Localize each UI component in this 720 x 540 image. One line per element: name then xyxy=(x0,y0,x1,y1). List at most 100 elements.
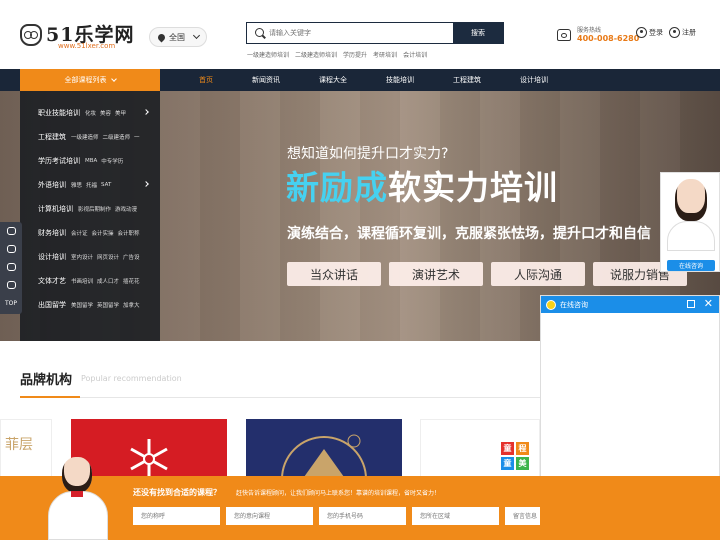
close-icon[interactable]: ✕ xyxy=(704,297,713,310)
category-sub[interactable]: 插花花 xyxy=(123,277,140,285)
phone-input[interactable] xyxy=(319,507,406,525)
category-sub[interactable]: 会计证 xyxy=(71,229,88,237)
divider-accent xyxy=(20,396,80,398)
category-item[interactable]: 计算机培训 影视后期制作 游戏动漫 xyxy=(20,197,160,221)
headset-icon xyxy=(6,227,16,235)
nav-skills[interactable]: 技能培训 xyxy=(386,69,414,91)
maximize-icon[interactable] xyxy=(687,300,695,308)
online-consult-button[interactable]: 在线咨询 xyxy=(667,260,715,271)
brand-card[interactable] xyxy=(246,419,402,479)
side-tool-message[interactable] xyxy=(0,258,22,276)
chat-title: 在线咨询 xyxy=(560,300,588,309)
search-input[interactable] xyxy=(269,23,453,43)
hot-link[interactable]: 会计培训 xyxy=(403,50,427,59)
category-sub[interactable]: 雅思 xyxy=(71,181,82,189)
category-item[interactable]: 职业技能培训 化妆 美容 美甲 xyxy=(20,101,160,125)
category-sub[interactable]: 英国留学 xyxy=(97,301,119,309)
banner-pill[interactable]: 人际沟通 xyxy=(491,262,585,286)
banner-brand: 新励成 xyxy=(286,168,388,207)
consult-widget[interactable]: 在线咨询 xyxy=(660,172,720,272)
message-input[interactable] xyxy=(505,507,540,525)
consultant-avatar xyxy=(675,179,707,221)
side-tool-phone[interactable] xyxy=(0,240,22,258)
main-nav: 全部课程列表 首页 新闻资讯 课程大全 技能培训 工程建筑 设计培训 xyxy=(0,69,720,91)
category-sub[interactable]: 一级建造师 xyxy=(71,133,99,141)
category-sub[interactable]: 影视后期制作 xyxy=(78,205,111,213)
category-item[interactable]: 设计培训 室内设计 网页设计 广告设 xyxy=(20,245,160,269)
region-selector[interactable]: 全国 xyxy=(149,27,207,47)
category-sub[interactable]: 加拿大 xyxy=(123,301,140,309)
chat-header: 在线咨询 ✕ xyxy=(541,296,719,313)
brand-subtitle: Popular recommendation xyxy=(81,374,182,383)
hot-search-links: 一级建造师培训 二级建造师培训 学历提升 考研培训 会计培训 xyxy=(247,50,427,59)
course-input[interactable] xyxy=(226,507,313,525)
register-label: 注册 xyxy=(682,28,696,37)
category-sub[interactable]: 会计实操 xyxy=(92,229,114,237)
hot-link[interactable]: 考研培训 xyxy=(373,50,397,59)
nav-courses[interactable]: 课程大全 xyxy=(319,69,347,91)
site-header: 51乐学网 www.51lxer.com 全国 搜索 一级建造师培训 二级建造师… xyxy=(0,0,720,69)
banner-pill[interactable]: 演讲艺术 xyxy=(389,262,483,286)
category-name: 计算机培训 xyxy=(38,205,73,213)
logo-tile: 童 xyxy=(501,457,514,470)
category-sub[interactable]: 化妆 xyxy=(85,109,96,117)
bottom-bar-subtitle: 赶快告诉课程顾问，让我们顾问马上联系您！靠谱的培训课程，省时又省力！ xyxy=(236,490,441,497)
name-input[interactable] xyxy=(133,507,220,525)
category-sub[interactable]: 室内设计 xyxy=(71,253,93,261)
category-sub[interactable]: 广告设 xyxy=(123,253,140,261)
category-sub[interactable]: MBA xyxy=(85,158,97,164)
divider xyxy=(20,397,545,398)
category-item[interactable]: 出国留学 美国留学 英国留学 加拿大 xyxy=(20,293,160,317)
region-input[interactable] xyxy=(412,507,499,525)
nav-design[interactable]: 设计培训 xyxy=(520,69,548,91)
category-sub[interactable]: 一 xyxy=(134,133,140,141)
category-sub[interactable]: 中专学历 xyxy=(101,157,123,165)
brand-card-logo-text: 菲层 xyxy=(5,437,33,453)
register-link[interactable]: 注册 xyxy=(669,27,696,38)
category-sub[interactable]: 美国留学 xyxy=(71,301,93,309)
hot-link[interactable]: 一级建造师培训 xyxy=(247,50,289,59)
search-button[interactable]: 搜索 xyxy=(453,23,503,43)
category-sub[interactable]: 二级建造师 xyxy=(103,133,131,141)
category-item[interactable]: 工程建筑 一级建造师 二级建造师一 xyxy=(20,125,160,149)
back-to-top-button[interactable]: TOP xyxy=(0,294,22,312)
hot-link[interactable]: 二级建造师培训 xyxy=(295,50,337,59)
chevron-down-icon xyxy=(192,31,201,40)
nav-construction[interactable]: 工程建筑 xyxy=(453,69,481,91)
chevron-right-icon xyxy=(143,109,149,115)
login-link[interactable]: 登录 xyxy=(636,27,663,38)
region-label: 全国 xyxy=(169,32,185,42)
agent-face xyxy=(62,457,92,493)
logo[interactable]: 51乐学网 www.51lxer.com xyxy=(20,22,133,50)
chevron-right-icon xyxy=(143,181,149,187)
category-item[interactable]: 文体才艺 书画培训 成人口才 插花花 xyxy=(20,269,160,293)
category-sub[interactable]: 美甲 xyxy=(115,109,126,117)
logo-tile: 美 xyxy=(516,457,529,470)
hot-link[interactable]: 学历提升 xyxy=(343,50,367,59)
category-item[interactable]: 外语培训 雅思 托福 SAT xyxy=(20,173,160,197)
category-sub[interactable]: 书画培训 xyxy=(71,277,93,285)
category-sub[interactable]: 托福 xyxy=(86,181,97,189)
all-courses-button[interactable]: 全部课程列表 xyxy=(20,69,160,91)
category-sub[interactable]: 网页设计 xyxy=(97,253,119,261)
hotline: 服务热线 400-008-6280 xyxy=(557,25,639,43)
brand-card[interactable]: 童 程 童 美 xyxy=(420,419,540,479)
category-name: 设计培训 xyxy=(38,253,66,261)
category-sub[interactable]: 会计职称 xyxy=(118,229,140,237)
side-tool-chat[interactable] xyxy=(0,276,22,294)
location-pin-icon xyxy=(156,32,167,42)
category-item[interactable]: 学历考试培训 MBA 中专学历 xyxy=(20,149,160,173)
phone-icon xyxy=(6,245,16,253)
nav-home[interactable]: 首页 xyxy=(199,69,213,91)
category-sub[interactable]: 游戏动漫 xyxy=(115,205,137,213)
category-sub[interactable]: SAT xyxy=(101,182,111,188)
category-item[interactable]: 财务培训 会计证 会计实操 会计职称 xyxy=(20,221,160,245)
side-tool-consult[interactable] xyxy=(0,222,22,240)
agent-bowtie xyxy=(71,491,83,497)
owl-logo-icon xyxy=(20,24,42,46)
banner-pill[interactable]: 当众讲话 xyxy=(287,262,381,286)
nav-news[interactable]: 新闻资讯 xyxy=(252,69,280,91)
category-sub[interactable]: 成人口才 xyxy=(97,277,119,285)
category-sub[interactable]: 美容 xyxy=(100,109,111,117)
banner-title: 新励成软实力培训 xyxy=(286,161,558,209)
